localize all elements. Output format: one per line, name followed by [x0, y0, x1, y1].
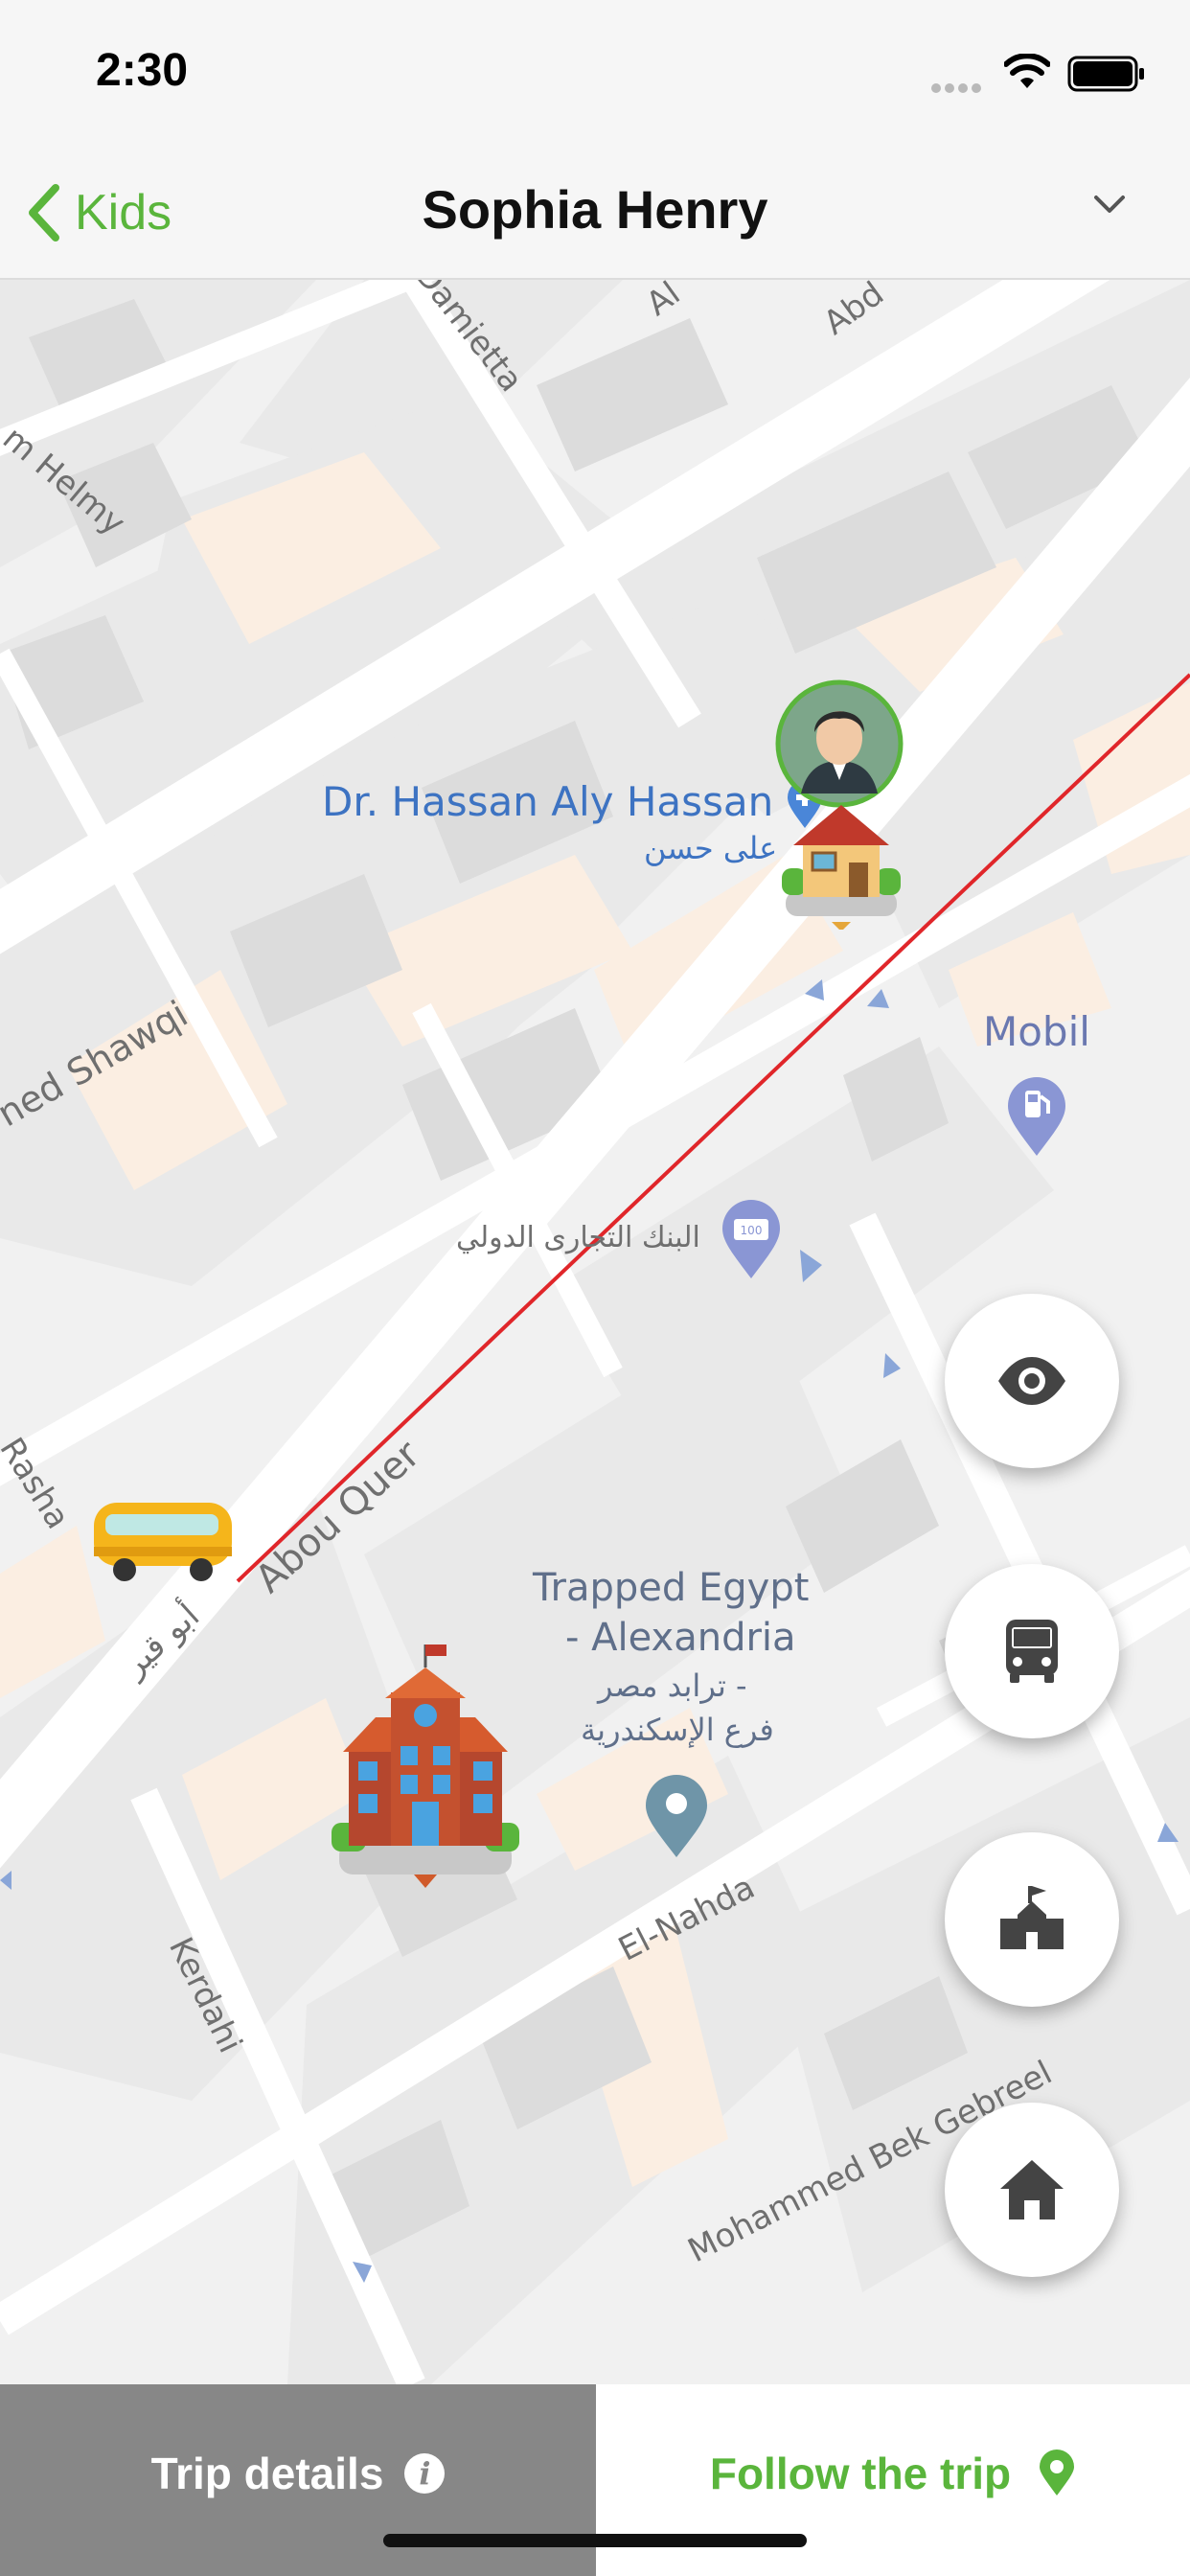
poi-label-bank: البنك التجارى الدولي	[456, 1221, 700, 1254]
trip-details-label: Trip details	[150, 2449, 384, 2498]
follow-trip-label: Follow the trip	[709, 2449, 1012, 2498]
chevron-left-icon	[29, 184, 59, 242]
info-icon: i	[404, 2453, 446, 2494]
status-time: 2:30	[96, 45, 189, 96]
back-button-label: Kids	[75, 185, 172, 241]
status-bar: 2:30	[0, 0, 1190, 144]
poi-label-hassan: Dr. Hassan Aly Hassan	[322, 778, 774, 825]
poi-label-trapped-1: Trapped Egypt	[533, 1566, 810, 1610]
page-title: Sophia Henry	[0, 178, 1190, 241]
page-title-text: Sophia Henry	[422, 179, 768, 240]
poi-label-mobil: Mobil	[983, 1008, 1090, 1055]
bus-icon	[1006, 1620, 1058, 1683]
poi-label-trapped-ar-1: ترابد مصر -	[598, 1668, 747, 1704]
poi-label-trapped-2: - Alexandria	[565, 1616, 796, 1660]
chevron-down-icon[interactable]	[1085, 180, 1134, 230]
bus-location-button[interactable]	[945, 1564, 1119, 1738]
map-view[interactable]: Damietta m Helmy Abd Al ned Shawqi Abou …	[0, 280, 1190, 2384]
poi-label-hassan-ar: على حسن	[644, 830, 778, 866]
gas-station-pin-icon	[1008, 1077, 1065, 1156]
wifi-icon	[1004, 54, 1050, 88]
location-pin-icon	[1040, 2450, 1075, 2496]
school-location-button[interactable]	[945, 1832, 1119, 2007]
battery-icon	[1067, 56, 1144, 92]
view-toggle-button[interactable]	[945, 1294, 1119, 1468]
follow-trip-tab[interactable]: Follow the trip	[596, 2384, 1190, 2576]
home-location-button[interactable]	[945, 2103, 1119, 2277]
back-button[interactable]: Kids	[23, 182, 172, 243]
eye-icon	[998, 1357, 1065, 1405]
school-icon	[1000, 1886, 1064, 1949]
navigation-bar: Kids Sophia Henry	[0, 144, 1190, 280]
home-indicator[interactable]	[383, 2534, 807, 2547]
svg-text:100: 100	[741, 1224, 763, 1237]
location-pin-icon	[646, 1775, 707, 1857]
cellular-signal-icon	[931, 80, 989, 93]
trip-details-tab[interactable]: Trip details i	[0, 2384, 596, 2576]
house-marker-icon	[782, 805, 901, 930]
bank-pin-icon: 100	[722, 1200, 780, 1278]
school-marker-icon	[332, 1644, 519, 1888]
home-icon	[1000, 2160, 1064, 2220]
poi-label-trapped-ar-2: فرع الإسكندرية	[581, 1712, 774, 1748]
bus-marker-icon	[94, 1503, 232, 1581]
bottom-tab-bar: Trip details i Follow the trip	[0, 2384, 1190, 2576]
